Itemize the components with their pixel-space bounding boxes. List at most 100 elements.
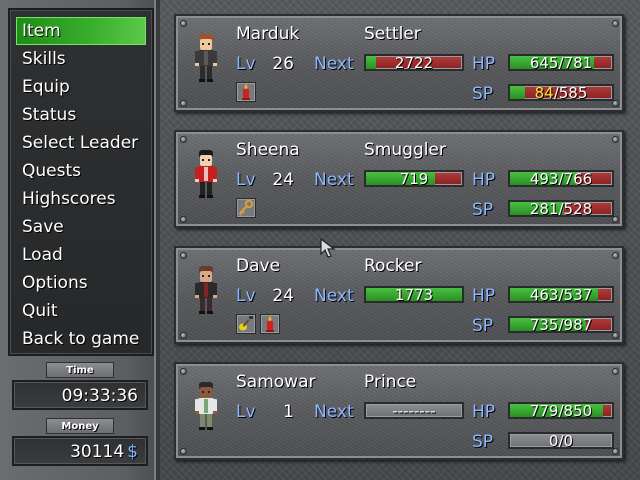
character-class: Rocker <box>364 256 422 276</box>
time-elapsed-label: Time elapsed <box>46 362 114 392</box>
character-class: Prince <box>364 372 417 392</box>
party-member-card[interactable]: Sheena Smuggler Lv 24 Next 719 HP 493/766 SP 2… <box>174 130 624 228</box>
menu-item-load[interactable]: Load <box>16 241 146 269</box>
level-label: Lv <box>236 402 256 422</box>
menu-item-status[interactable]: Status <box>16 101 146 129</box>
money-box: 30114 $ <box>12 436 148 466</box>
level-label: Lv <box>236 54 256 74</box>
character-class: Smuggler <box>364 140 446 160</box>
hp-value: 645 <box>529 54 559 71</box>
level-value: 1 <box>283 402 294 422</box>
sp-label: SP <box>472 84 494 104</box>
rivet <box>612 100 619 107</box>
hp-label: HP <box>472 286 496 306</box>
rivet <box>180 252 187 259</box>
next-label: Next <box>314 402 354 422</box>
hp-bar: 645/781 <box>508 54 614 71</box>
exp-next-bar: 719 <box>364 170 464 187</box>
menu-item-highscores[interactable]: Highscores <box>16 185 146 213</box>
next-label: Next <box>314 54 354 74</box>
sp-bar: 0/0 <box>508 432 614 449</box>
next-label: Next <box>314 286 354 306</box>
character-portrait <box>190 28 222 92</box>
sp-value: 281 <box>529 200 559 217</box>
exp-next-bar: -------- <box>364 402 464 419</box>
rivet <box>612 332 619 339</box>
hp-value: 493 <box>529 170 559 187</box>
menu-item-equip[interactable]: Equip <box>16 73 146 101</box>
rivet <box>612 252 619 259</box>
sp-max: 0 <box>563 432 574 449</box>
rivet <box>612 20 619 27</box>
sp-max: 528 <box>563 200 593 217</box>
menu-item-select-leader[interactable]: Select Leader <box>16 129 146 157</box>
exp-next-value: -------- <box>392 402 436 419</box>
level-value: 24 <box>272 170 294 190</box>
menu-item-quit[interactable]: Quit <box>16 297 146 325</box>
exp-next-bar: 1773 <box>364 286 464 303</box>
guitar-icon[interactable] <box>236 314 256 334</box>
rivet <box>180 448 187 455</box>
sp-text: 281/528 <box>510 200 612 217</box>
party-member-card[interactable]: Dave Rocker Lv 24 Next 1773 HP 463/537 SP 735/… <box>174 246 624 344</box>
character-name: Samowar <box>236 372 316 392</box>
main-menu: Item Skills Equip Status Select Leader Quests… <box>8 8 154 356</box>
sp-value: 84 <box>534 84 554 101</box>
menu-item-options[interactable]: Options <box>16 269 146 297</box>
character-class: Settler <box>364 24 421 44</box>
hp-max: 537 <box>563 286 593 303</box>
rivet <box>180 136 187 143</box>
sp-bar: 84/585 <box>508 84 614 101</box>
hp-max: 766 <box>563 170 593 187</box>
menu-item-skills[interactable]: Skills <box>16 45 146 73</box>
hp-label: HP <box>472 402 496 422</box>
level-value: 24 <box>272 286 294 306</box>
exp-next-value: 1773 <box>394 286 434 303</box>
hp-bar: 779/850 <box>508 402 614 419</box>
rivet <box>612 448 619 455</box>
menu-item-item[interactable]: Item <box>16 17 146 45</box>
hp-value: 779 <box>529 402 559 419</box>
hp-text: 779/850 <box>510 402 612 419</box>
exp-next-value: 2722 <box>394 54 434 71</box>
rivet <box>180 368 187 375</box>
menu-item-back-to-game[interactable]: Back to game <box>16 325 146 353</box>
sp-max: 585 <box>558 84 588 101</box>
hp-value: 463 <box>529 286 559 303</box>
hp-label: HP <box>472 170 496 190</box>
rivet <box>612 216 619 223</box>
mouse-cursor-icon <box>320 238 336 258</box>
menu-item-quests[interactable]: Quests <box>16 157 146 185</box>
time-elapsed-value: 09:33:36 <box>12 380 148 410</box>
candle-icon[interactable] <box>236 82 256 102</box>
level-value: 26 <box>272 54 294 74</box>
hp-text: 645/781 <box>510 54 612 71</box>
menu-item-save[interactable]: Save <box>16 213 146 241</box>
hp-label: HP <box>472 54 496 74</box>
sp-label: SP <box>472 432 494 452</box>
exp-next-value: 719 <box>399 170 429 187</box>
exp-next-bar: 2722 <box>364 54 464 71</box>
sidebar: Item Skills Equip Status Select Leader Quests… <box>0 0 160 480</box>
sp-bar: 735/987 <box>508 316 614 333</box>
currency-symbol: $ <box>127 442 138 462</box>
character-name: Marduk <box>236 24 300 44</box>
party-member-card[interactable]: Samowar Prince Lv 1 Next -------- HP 779/850 S… <box>174 362 624 460</box>
sp-value: 735 <box>529 316 559 333</box>
character-portrait <box>190 144 222 208</box>
hp-max: 850 <box>563 402 593 419</box>
party-member-card[interactable]: Marduk Settler Lv 26 Next 2722 HP 645/781 SP 8… <box>174 14 624 112</box>
money-label: Money <box>46 418 114 434</box>
sp-label: SP <box>472 200 494 220</box>
rivet <box>180 100 187 107</box>
sp-text: 735/987 <box>510 316 612 333</box>
hp-text: 463/537 <box>510 286 612 303</box>
rivet <box>612 136 619 143</box>
candle-icon[interactable] <box>260 314 280 334</box>
character-portrait <box>190 260 222 324</box>
hp-max: 781 <box>563 54 593 71</box>
rivet <box>180 332 187 339</box>
sp-max: 987 <box>563 316 593 333</box>
rivet <box>180 216 187 223</box>
key-icon[interactable] <box>236 198 256 218</box>
